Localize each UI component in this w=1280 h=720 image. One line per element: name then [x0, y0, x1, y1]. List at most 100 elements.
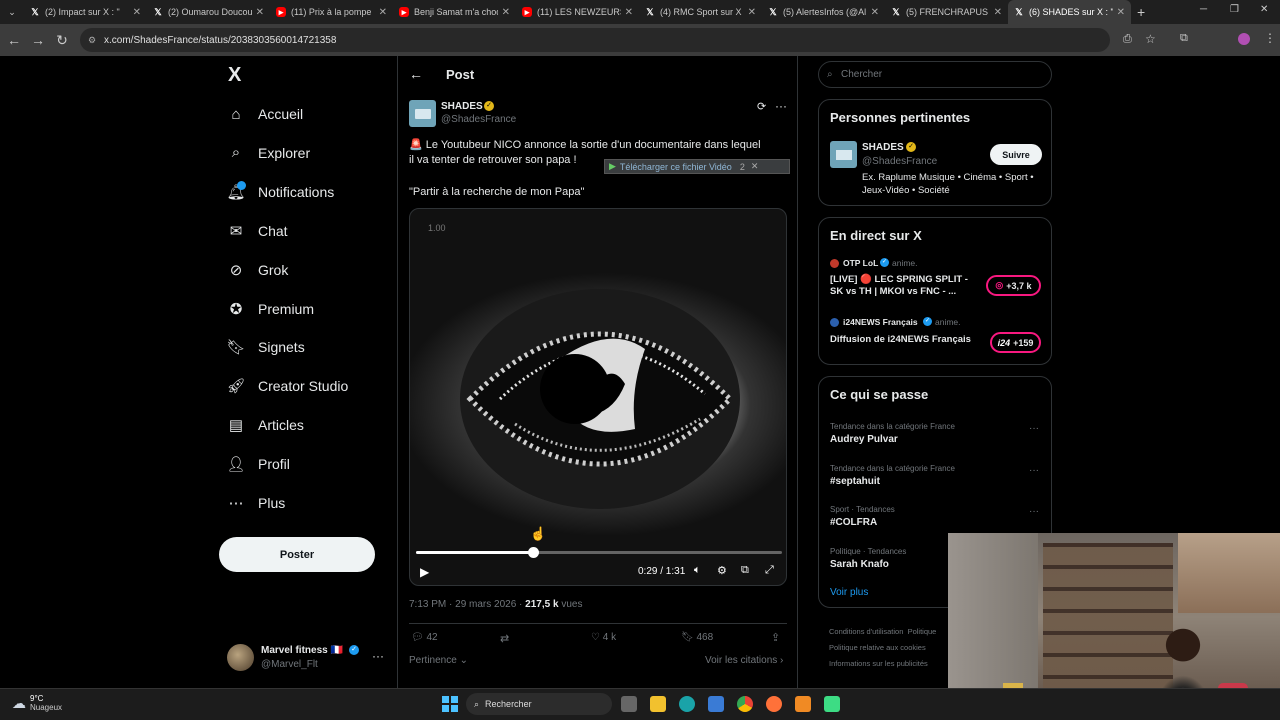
- browser-tab[interactable]: 𝕏 (5) AlertesInfos (@Al ✕: [762, 0, 885, 24]
- sidebar-item-premium[interactable]: ✪ Premium: [226, 299, 314, 319]
- forward-arrow-icon[interactable]: →: [26, 32, 50, 48]
- close-tab-icon[interactable]: ✕: [748, 7, 756, 18]
- browser-tab[interactable]: ▸ (11) Prix à la pompe ✕: [270, 0, 393, 24]
- reply-action[interactable]: 💬︎ 42: [411, 632, 438, 643]
- browser-tab[interactable]: 𝕏 (6) SHADES sur X : " ✕: [1008, 0, 1131, 24]
- close-tab-icon[interactable]: ✕: [256, 7, 264, 18]
- install-app-icon[interactable]: ⎙: [1123, 33, 1132, 46]
- play-icon[interactable]: ▶: [420, 565, 429, 579]
- x-logo[interactable]: X: [228, 64, 241, 87]
- sidebar-item-profil[interactable]: 👤︎ Profil: [226, 454, 289, 474]
- browser-tab[interactable]: 𝕏 (2) Impact sur X : " ✕: [24, 0, 147, 24]
- fullscreen-icon[interactable]: ⤢: [765, 564, 774, 577]
- footer-link[interactable]: Politique: [908, 627, 937, 636]
- trend-more-icon[interactable]: ···: [1029, 465, 1039, 476]
- account-switcher[interactable]: Marvel fitness 🇫🇷 ✓ @Marvel_Flt ···: [227, 644, 387, 674]
- back-arrow-icon[interactable]: ←: [2, 32, 26, 48]
- browser-tab[interactable]: 𝕏 (5) FRENCHRAPUS su ✕: [885, 0, 1008, 24]
- firefox-icon[interactable]: [766, 696, 782, 712]
- sidebar-item-articles[interactable]: ▤ Articles: [226, 415, 304, 435]
- close-tab-icon[interactable]: ✕: [625, 7, 633, 18]
- sidebar-item-chat[interactable]: ✉ Chat: [226, 221, 288, 241]
- live-item[interactable]: OTP LoL ✓ anime. [LIVE] 🔴 LEC SPRING SPL…: [830, 258, 1045, 302]
- author-handle[interactable]: @ShadesFrance: [441, 114, 516, 125]
- close-icon[interactable]: ✕: [751, 161, 759, 172]
- relevant-avatar[interactable]: [830, 141, 857, 168]
- video-progress-track[interactable]: [416, 547, 782, 558]
- trend-name[interactable]: Audrey Pulvar: [830, 434, 898, 445]
- grok-explain-icon[interactable]: ⟳: [757, 100, 766, 113]
- picture-in-picture-icon[interactable]: ⧉: [741, 564, 749, 577]
- address-bar[interactable]: ⚙ x.com/ShadesFrance/status/203830356001…: [80, 28, 1110, 52]
- download-video-overlay[interactable]: ▶ Télécharger ce fichier Vidéo 2 ✕: [604, 159, 790, 174]
- close-tab-icon[interactable]: ✕: [994, 7, 1002, 18]
- profile-avatar-icon[interactable]: [1238, 33, 1250, 45]
- bookmark-star-icon[interactable]: ☆: [1145, 32, 1156, 46]
- share-icon[interactable]: ⇪: [771, 631, 780, 644]
- see-more-link[interactable]: Voir plus: [830, 587, 868, 598]
- author-name[interactable]: SHADES: [441, 101, 483, 112]
- sidebar-item-signets[interactable]: 🔖︎ Signets: [226, 337, 304, 357]
- close-tab-icon[interactable]: ✕: [379, 7, 387, 18]
- sidebar-item-creator-studio[interactable]: 🚀︎ Creator Studio: [226, 376, 348, 396]
- follow-button[interactable]: Suivre: [990, 144, 1042, 165]
- like-action[interactable]: ♡ 4 k: [591, 632, 616, 643]
- live-item[interactable]: i24NEWS Français ✓ anime. Diffusion de i…: [830, 317, 1045, 357]
- trend-name[interactable]: #septahuit: [830, 476, 880, 487]
- start-button[interactable]: [442, 696, 458, 712]
- video-player[interactable]: 1.00 ▶ 0:29 / 1:31 🔈︎ ⚙ ⧉ ⤢: [409, 208, 787, 586]
- browser-tab[interactable]: ▸ (11) LES NEWZEURS ✕: [516, 0, 639, 24]
- sort-dropdown[interactable]: Pertinence ⌄: [409, 655, 468, 666]
- account-more-icon[interactable]: ···: [372, 649, 384, 663]
- sidebar-item-grok[interactable]: ⊘ Grok: [226, 260, 289, 280]
- new-tab-button[interactable]: +: [1137, 4, 1145, 20]
- trend-name[interactable]: #COLFRA: [830, 517, 877, 528]
- browser-tab[interactable]: 𝕏 (2) Oumarou Doucou ✕: [147, 0, 270, 24]
- reload-icon[interactable]: ↻: [50, 32, 74, 49]
- taskbar-search[interactable]: ⌕ Rechercher: [466, 693, 612, 715]
- sidebar-item-plus[interactable]: ⋯ Plus: [226, 493, 286, 513]
- view-quotes-link[interactable]: Voir les citations ›: [705, 655, 783, 666]
- close-tab-icon[interactable]: ✕: [871, 7, 879, 18]
- author-avatar[interactable]: [409, 100, 436, 127]
- close-tab-icon[interactable]: ✕: [502, 7, 510, 18]
- task-view-icon[interactable]: [621, 696, 637, 712]
- minimize-window-button[interactable]: ─: [1200, 4, 1207, 15]
- sidebar-item-accueil[interactable]: ⌂ Accueil: [226, 104, 303, 124]
- extensions-icon[interactable]: ⧉: [1180, 32, 1188, 45]
- tab-search-chevron-icon[interactable]: ⌄: [0, 7, 24, 18]
- bookmark-action[interactable]: 🔖︎ 468: [681, 632, 713, 643]
- volume-icon[interactable]: 🔈︎: [694, 564, 701, 577]
- back-arrow-icon[interactable]: ←: [409, 66, 423, 82]
- post-more-icon[interactable]: ···: [775, 99, 787, 113]
- browser-tab[interactable]: 𝕏 (4) RMC Sport sur X ✕: [639, 0, 762, 24]
- live-listeners-pill[interactable]: ◎ +3,7 k: [986, 275, 1041, 296]
- footer-link[interactable]: Conditions d'utilisation: [829, 627, 903, 636]
- maximize-window-button[interactable]: ❐: [1230, 4, 1239, 15]
- browser-menu-icon[interactable]: ⋮: [1264, 31, 1276, 45]
- edge-icon[interactable]: [679, 696, 695, 712]
- footer-link[interactable]: Informations sur les publicités: [829, 656, 959, 672]
- file-explorer-icon[interactable]: [650, 696, 666, 712]
- browser-tab[interactable]: ▸ Benji Samat m'a choq ✕: [393, 0, 516, 24]
- footer-link[interactable]: Politique relative aux cookies: [829, 640, 959, 656]
- app-icon[interactable]: [824, 696, 840, 712]
- post-timestamp[interactable]: 7:13 PM · 29 mars 2026 ·: [409, 599, 525, 610]
- close-tab-icon[interactable]: ✕: [1117, 7, 1125, 18]
- vlc-icon[interactable]: [795, 696, 811, 712]
- close-window-button[interactable]: ✕: [1260, 4, 1268, 15]
- trend-name[interactable]: Sarah Knafo: [830, 559, 889, 570]
- trend-more-icon[interactable]: ···: [1029, 506, 1039, 517]
- relevant-name[interactable]: SHADES: [862, 142, 904, 153]
- post-button[interactable]: Poster: [219, 537, 375, 572]
- trend-more-icon[interactable]: ···: [1029, 423, 1039, 434]
- repost-action[interactable]: ⇄: [500, 632, 509, 645]
- weather-widget[interactable]: ☁ 9°C Nuageux: [12, 693, 62, 713]
- site-info-icon[interactable]: ⚙: [88, 35, 96, 46]
- chrome-icon[interactable]: [737, 696, 753, 712]
- live-listeners-pill[interactable]: i24 +159: [990, 332, 1041, 353]
- close-tab-icon[interactable]: ✕: [133, 7, 141, 18]
- relevant-handle[interactable]: @ShadesFrance: [862, 156, 937, 167]
- store-icon[interactable]: [708, 696, 724, 712]
- search-input[interactable]: ⌕ Chercher: [818, 61, 1052, 88]
